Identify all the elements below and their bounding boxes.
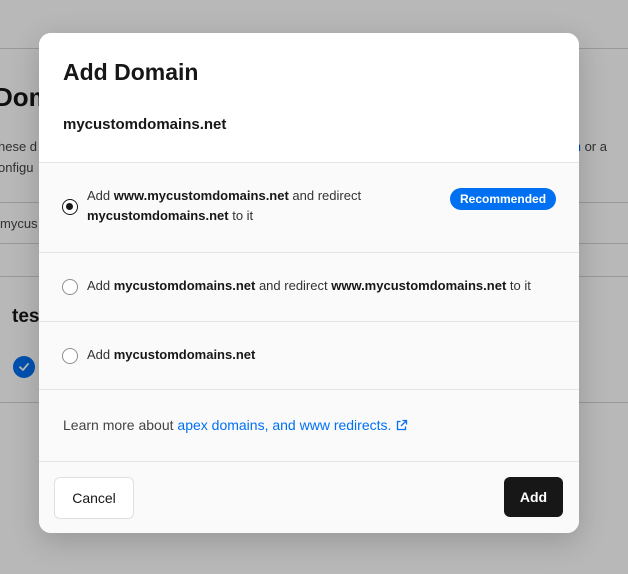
- option-domain: mycustomdomains.net: [113, 278, 256, 293]
- add-button[interactable]: Add: [504, 477, 563, 517]
- option-redirect-to-apex[interactable]: Add mycustomdomains.net and redirect www…: [39, 253, 579, 322]
- radio-apex-only[interactable]: [62, 348, 78, 364]
- option-domain: www.mycustomdomains.net: [113, 188, 289, 203]
- option-middle: and redirect: [288, 188, 362, 203]
- apex-domains-link[interactable]: apex domains, and www redirects.: [177, 417, 408, 433]
- radio-redirect-to-www[interactable]: [62, 199, 78, 215]
- option-prefix: Add: [87, 347, 114, 362]
- option-domain: www.mycustomdomains.net: [331, 278, 507, 293]
- apex-domains-link-text[interactable]: apex domains, and www redirects.: [177, 417, 391, 433]
- option-domain: mycustomdomains.net: [87, 208, 229, 223]
- option-redirect-to-www[interactable]: Add www.mycustomdomains.net and redirect…: [39, 163, 579, 253]
- option-label: Add mycustomdomains.net: [87, 345, 255, 365]
- option-prefix: Add: [87, 278, 114, 293]
- add-domain-modal: Add Domain mycustomdomains.net Add www.m…: [39, 33, 579, 533]
- option-prefix: Add: [87, 188, 114, 203]
- option-label: Add mycustomdomains.net and redirect www…: [87, 276, 531, 296]
- learn-more-text: Learn more about apex domains, and www r…: [63, 417, 408, 435]
- modal-title: Add Domain: [63, 59, 199, 85]
- modal-domain-name: mycustomdomains.net: [63, 116, 227, 133]
- modal-header: Add Domain mycustomdomains.net: [39, 33, 579, 163]
- recommended-badge: Recommended: [450, 188, 557, 210]
- radio-redirect-to-apex[interactable]: [62, 279, 78, 295]
- option-suffix: to it: [228, 208, 254, 223]
- option-apex-only[interactable]: Add mycustomdomains.net: [39, 322, 579, 390]
- learn-more-prefix: Learn more about: [63, 417, 178, 433]
- cancel-button[interactable]: Cancel: [54, 477, 134, 519]
- option-middle: and redirect: [255, 278, 332, 293]
- learn-more-section: Learn more about apex domains, and www r…: [39, 390, 579, 462]
- option-domain: mycustomdomains.net: [113, 347, 256, 362]
- modal-footer: Cancel Add: [39, 462, 579, 533]
- option-label: Add www.mycustomdomains.net and redirect…: [87, 186, 361, 226]
- external-link-icon[interactable]: [395, 419, 408, 435]
- option-suffix: to it: [506, 278, 531, 293]
